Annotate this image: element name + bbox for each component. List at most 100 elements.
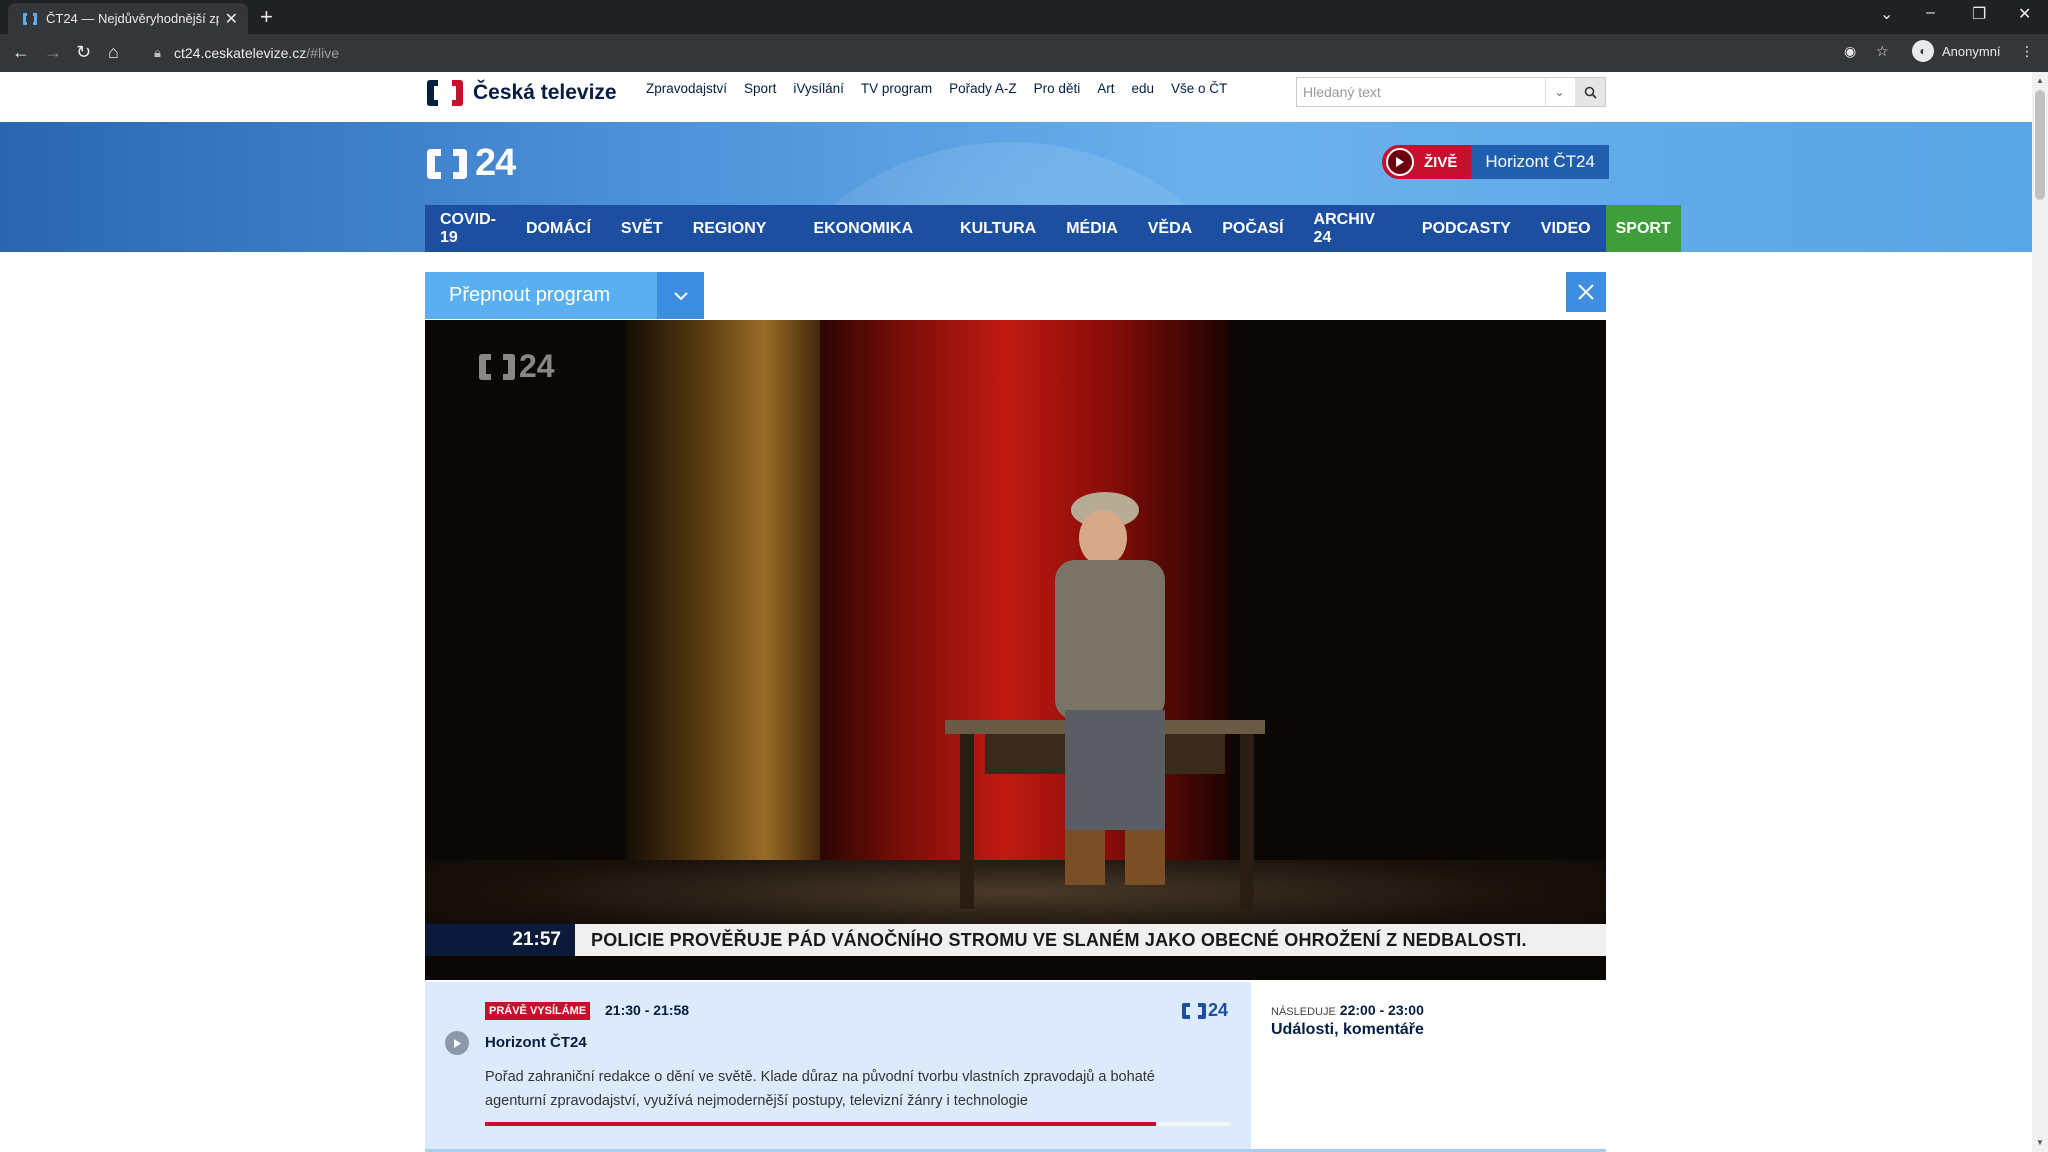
scrollbar-thumb[interactable] — [2035, 90, 2045, 200]
ct-top-nav: Zpravodajství Sport iVysílání TV program… — [646, 81, 1244, 96]
program-switch-dropdown[interactable]: Přepnout program — [425, 272, 704, 319]
url-host: ct24.ceskatelevize.cz — [174, 45, 307, 61]
ct24-logo-number: 24 — [475, 142, 516, 184]
play-icon[interactable] — [445, 1031, 469, 1055]
tracking-blocked-icon[interactable]: ◉ — [1844, 43, 1856, 60]
ct24-logo[interactable]: 24 — [425, 142, 516, 185]
ct24-hero: 24 ŽIVĚ Horizont ČT24 COVID-19 DOMÁCÍ SV… — [0, 122, 2032, 252]
back-icon[interactable]: ← — [12, 42, 30, 63]
menu-svet[interactable]: SVĚT — [606, 205, 678, 252]
live-label: ŽIVĚ — [1424, 153, 1458, 171]
ticker-time: 21:57 — [425, 924, 575, 956]
address-bar[interactable]: 🔒︎ ct24.ceskatelevize.cz/#live — [142, 39, 1850, 67]
page-scrollbar[interactable]: ▲ ▼ — [2032, 72, 2048, 1152]
menu-pocasi[interactable]: POČASÍ — [1207, 205, 1298, 252]
ceska-televize-logo[interactable]: Česká televize — [425, 78, 617, 108]
url-path: /#live — [306, 45, 339, 61]
browser-toolbar: ← → ↻ ⌂ 🔒︎ ct24.ceskatelevize.cz/#live ◉… — [0, 34, 2048, 72]
browser-tab[interactable]: ČT24 — Nejdůvěryhodnější zpravodajství ✕ — [8, 3, 248, 34]
scroll-up-icon[interactable]: ▲ — [2036, 76, 2044, 85]
bookmark-star-icon[interactable]: ☆ — [1876, 43, 1889, 60]
profile-label: Anonymní — [1942, 43, 2001, 59]
nav-vse-o-ct[interactable]: Vše o ČT — [1171, 81, 1227, 96]
ct24-favicon-icon — [22, 11, 38, 27]
menu-archiv[interactable]: ARCHIV 24 — [1299, 205, 1407, 252]
performer-figure — [1055, 492, 1165, 885]
nav-sport[interactable]: Sport — [744, 81, 776, 96]
menu-domaci[interactable]: DOMÁCÍ — [511, 205, 606, 252]
menu-ekonomika[interactable]: EKONOMIKA — [798, 205, 945, 252]
menu-veda[interactable]: VĚDA — [1133, 205, 1207, 252]
ct24-logo-icon — [427, 148, 467, 179]
ct24-main-menu: COVID-19 DOMÁCÍ SVĚT REGIONY EKONOMIKA K… — [425, 205, 1681, 252]
browser-menu-icon[interactable]: ⋮ — [2020, 43, 2034, 60]
next-label: NÁSLEDUJE — [1271, 1006, 1336, 1018]
search-placeholder: Hledaný text — [1303, 84, 1381, 100]
menu-sport[interactable]: SPORT — [1605, 205, 1681, 252]
menu-regiony[interactable]: REGIONY — [678, 205, 799, 252]
new-tab-icon[interactable]: + — [260, 4, 273, 30]
now-description: Pořad zahraniční redakce o dění ve světě… — [485, 1069, 1155, 1109]
menu-video[interactable]: VIDEO — [1526, 205, 1606, 252]
reload-icon[interactable]: ↻ — [76, 42, 91, 63]
live-video-player[interactable]: 24 21:57 POLICIE PROVĚŘUJE PÁD VÁNOČNÍHO… — [425, 320, 1606, 980]
now-channel-logo: 24 — [1181, 1000, 1228, 1021]
close-player-button[interactable] — [1566, 272, 1606, 312]
close-icon — [1578, 284, 1594, 300]
nav-edu[interactable]: edu — [1131, 81, 1154, 96]
next-time: 22:00 - 23:00 — [1339, 1002, 1424, 1018]
live-play-icon — [1386, 148, 1414, 176]
stage-curtain-left — [625, 320, 825, 880]
forward-icon[interactable]: → — [44, 42, 62, 63]
url-text: ct24.ceskatelevize.cz/#live — [174, 45, 339, 61]
menu-media[interactable]: MÉDIA — [1051, 205, 1133, 252]
lock-icon: 🔒︎ — [154, 45, 161, 60]
video-logo-number: 24 — [519, 348, 555, 384]
ct-logo-icon — [427, 80, 463, 106]
nav-porady[interactable]: Pořady A-Z — [949, 81, 1017, 96]
live-button[interactable]: ŽIVĚ Horizont ČT24 — [1382, 145, 1609, 179]
live-channel: Horizont ČT24 — [1471, 145, 1609, 179]
now-channel-number: 24 — [1208, 1000, 1229, 1020]
program-info-panel: PRÁVĚ VYSÍLÁME 21:30 - 21:58 24 Horizont… — [425, 982, 1606, 1152]
nav-ivysilani[interactable]: iVysílání — [793, 81, 844, 96]
incognito-avatar-icon: ◐ — [1912, 40, 1934, 62]
search-dropdown-icon[interactable]: ⌄ — [1545, 78, 1573, 106]
restore-icon[interactable]: ❐ — [1972, 4, 1986, 24]
ct24-small-icon — [1182, 1002, 1206, 1019]
home-icon[interactable]: ⌂ — [108, 42, 119, 63]
search-button[interactable] — [1575, 78, 1605, 106]
search-input[interactable]: Hledaný text ⌄ — [1296, 77, 1606, 107]
browser-tabbar: ČT24 — Nejdůvěryhodnější zpravodajství ✕… — [0, 0, 2048, 34]
profile-button[interactable]: ◐ Anonymní — [1912, 40, 2001, 62]
menu-covid[interactable]: COVID-19 — [425, 205, 511, 252]
web-page: Česká televize Zpravodajství Sport iVysí… — [0, 72, 2032, 1152]
news-ticker: 21:57 POLICIE PROVĚŘUJE PÁD VÁNOČNÍHO ST… — [425, 924, 1606, 956]
broadcast-progress — [485, 1122, 1231, 1126]
nav-tv-program[interactable]: TV program — [861, 81, 932, 96]
nav-zpravodajstvi[interactable]: Zpravodajství — [646, 81, 727, 96]
scroll-down-icon[interactable]: ▼ — [2036, 1138, 2044, 1147]
close-tab-icon[interactable]: ✕ — [225, 9, 238, 29]
next-label-row: NÁSLEDUJE 22:00 - 23:00 — [1271, 1002, 1424, 1018]
minimize-icon[interactable]: – — [1926, 4, 1935, 22]
live-label-box: ŽIVĚ — [1382, 145, 1472, 179]
ticker-text: POLICIE PROVĚŘUJE PÁD VÁNOČNÍHO STROMU V… — [575, 924, 1606, 956]
search-icon — [1584, 86, 1597, 99]
desk-scene — [945, 720, 1265, 909]
menu-kultura[interactable]: KULTURA — [945, 205, 1051, 252]
menu-podcasty[interactable]: PODCASTY — [1407, 205, 1526, 252]
now-title[interactable]: Horizont ČT24 — [485, 1034, 587, 1051]
nav-pro-deti[interactable]: Pro děti — [1034, 81, 1081, 96]
close-window-icon[interactable]: ✕ — [2018, 4, 2031, 24]
now-badge: PRÁVĚ VYSÍLÁME — [485, 1002, 591, 1020]
tab-search-icon[interactable]: ⌄ — [1880, 4, 1893, 24]
ct24-watermark-icon — [479, 353, 515, 380]
nav-art[interactable]: Art — [1097, 81, 1114, 96]
tab-title: ČT24 — Nejdůvěryhodnější zpravodajství — [46, 11, 219, 26]
now-playing: PRÁVĚ VYSÍLÁME 21:30 - 21:58 24 Horizont… — [425, 982, 1251, 1149]
video-channel-watermark: 24 — [477, 348, 555, 385]
broadcast-progress-fill — [485, 1122, 1157, 1126]
next-title[interactable]: Události, komentáře — [1271, 1021, 1424, 1039]
ct-logo-text: Česká televize — [473, 81, 617, 104]
